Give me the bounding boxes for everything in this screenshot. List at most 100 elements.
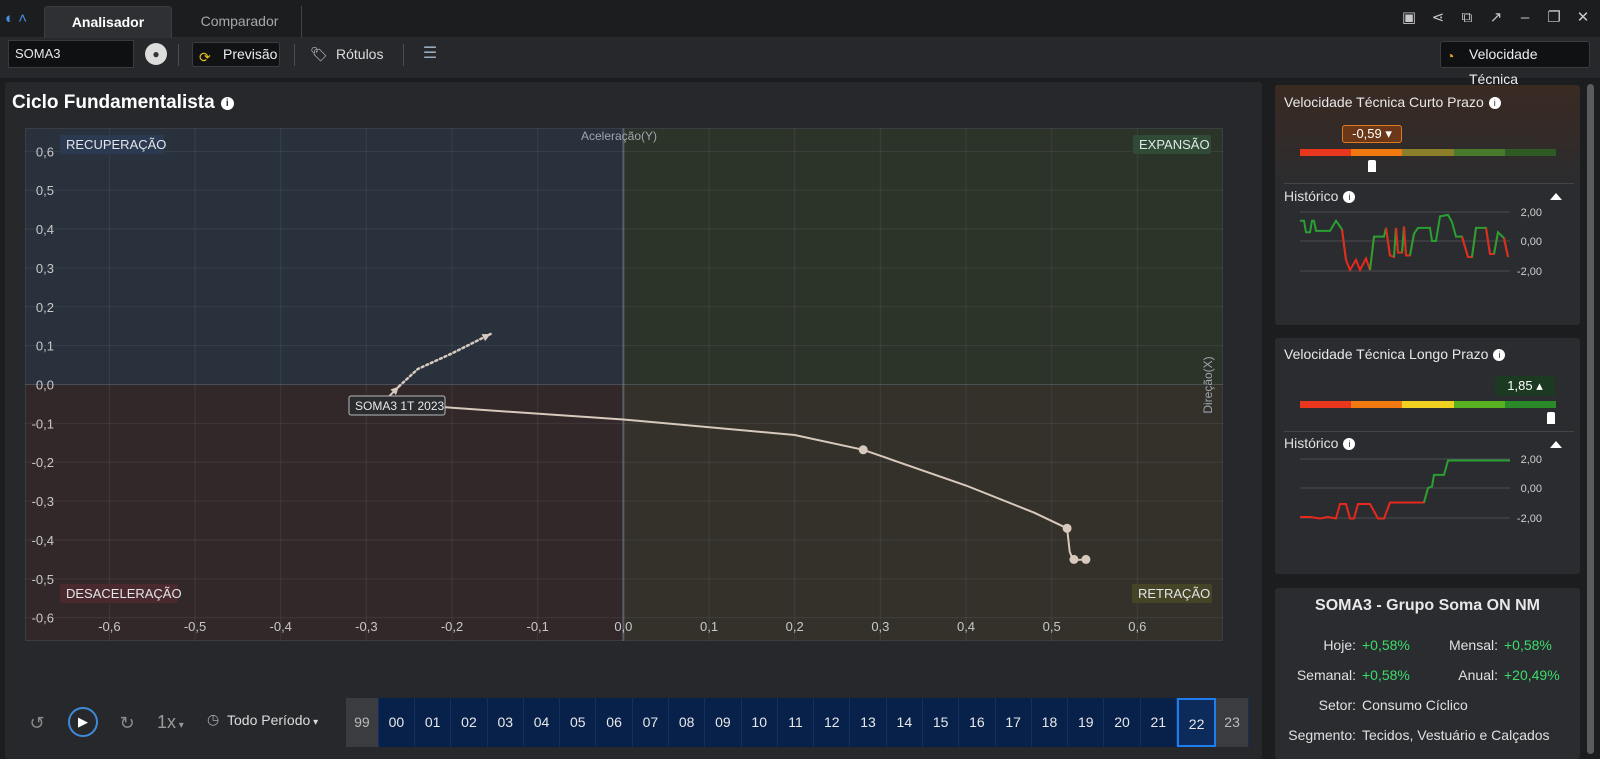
clock-icon: ◷ [207, 711, 220, 727]
present-icon[interactable]: ▣ [1398, 7, 1420, 29]
annual-label: Anual: [1432, 667, 1498, 683]
speed-select[interactable]: 1x ▾ [157, 712, 184, 733]
share-icon[interactable]: ⋖ [1427, 7, 1449, 29]
info-icon[interactable]: i [1488, 97, 1501, 109]
gauge-segment [1300, 149, 1352, 156]
x-tick-label: -0,2 [441, 619, 463, 634]
year-22[interactable]: 22 [1176, 698, 1217, 747]
technical-velocity-button[interactable]: ◔ Velocidade Técnica [1440, 41, 1590, 87]
minimize-icon[interactable]: – [1514, 7, 1536, 29]
y-tick-label: -0,6 [32, 611, 54, 626]
popout-icon[interactable]: ⧉ [1456, 7, 1478, 29]
gauge-segment [1453, 149, 1505, 156]
scrollbar-thumb[interactable] [1587, 84, 1594, 754]
forward-icon[interactable]: ↻ [114, 710, 140, 736]
gauge-segment [1504, 401, 1557, 408]
tab-analisador[interactable]: Analisador [44, 6, 172, 38]
year-10[interactable]: 10 [742, 698, 778, 747]
sector-value: Consumo Cíclico [1362, 697, 1468, 713]
info-icon[interactable]: i [1343, 191, 1356, 203]
x-tick-label: -0,5 [184, 619, 206, 634]
x-tick-label: -0,1 [527, 619, 549, 634]
play-button[interactable]: ▶ [68, 707, 98, 737]
short-term-title-text: Velocidade Técnica Curto Prazo [1284, 94, 1484, 110]
ticker-search-icon[interactable]: ● [145, 43, 167, 65]
y-tick-label: 0,3 [36, 261, 54, 276]
info-icon[interactable]: i [1493, 349, 1506, 361]
filter-settings-icon[interactable]: ☰ [418, 43, 442, 65]
short-term-value: -0,59 [1352, 126, 1382, 141]
x-tick-label: 0,4 [957, 619, 975, 634]
year-00[interactable]: 00 [379, 698, 416, 747]
year-14[interactable]: 14 [887, 698, 923, 747]
cycle-chart[interactable]: -0,6 -0,5 -0,4 -0,3 -0,2 -0,1 0,0 0,1 0,2 0,3 0,4 0… [25, 128, 1223, 641]
year-16[interactable]: 16 [959, 698, 996, 747]
annual-value: +20,49% [1504, 667, 1560, 683]
long-term-history-label: Histórico i [1284, 435, 1356, 451]
year-21[interactable]: 21 [1141, 698, 1177, 747]
x-tick-label: 0,6 [1128, 619, 1146, 634]
info-icon[interactable]: i [1343, 438, 1356, 450]
history-line [1423, 459, 1510, 503]
x-tick-label: -0,3 [355, 619, 377, 634]
year-20[interactable]: 20 [1104, 698, 1141, 747]
gauge-segment [1351, 149, 1403, 156]
year-18[interactable]: 18 [1032, 698, 1069, 747]
year-12[interactable]: 12 [814, 698, 851, 747]
year-05[interactable]: 05 [560, 698, 597, 747]
cycle-point [858, 445, 868, 455]
year-03[interactable]: 03 [488, 698, 524, 747]
collapse-icon[interactable] [1550, 193, 1562, 200]
quadrant-label-retraction-text: RETRAÇÃO [1138, 586, 1210, 601]
year-01[interactable]: 01 [415, 698, 452, 747]
year-06[interactable]: 06 [596, 698, 633, 747]
year-02[interactable]: 02 [451, 698, 488, 747]
quadrant-label-deceleration: DESACELERAÇÃO [60, 584, 182, 603]
period-select[interactable]: ◷ Todo Período ▾ [207, 711, 318, 728]
app-logo-icon[interactable]: ◐ ˄ [5, 10, 41, 28]
long-term-value: 1,85 [1507, 378, 1533, 393]
year-04[interactable]: 04 [524, 698, 561, 747]
segment-label: Segmento: [1270, 727, 1356, 743]
history-line [1341, 229, 1375, 273]
long-term-gauge-marker [1546, 412, 1555, 424]
gauge-segment [1300, 401, 1352, 408]
collapse-icon[interactable] [1550, 441, 1562, 448]
year-17[interactable]: 17 [996, 698, 1032, 747]
gauge-segment [1402, 401, 1454, 408]
year-09[interactable]: 09 [705, 698, 742, 747]
year-08[interactable]: 08 [669, 698, 706, 747]
long-term-value-badge: 1,85 ▴ [1495, 376, 1555, 396]
year-99[interactable]: 99 [346, 698, 379, 747]
year-07[interactable]: 07 [633, 698, 669, 747]
info-icon[interactable]: i [220, 97, 234, 110]
year-23[interactable]: 23 [1216, 698, 1249, 747]
tab-comparador[interactable]: Comparador [178, 6, 302, 38]
forecast-button[interactable]: ⟳ Previsão [192, 42, 280, 67]
history-line [1300, 487, 1429, 520]
x-tick-label: 0,5 [1043, 619, 1061, 634]
year-11[interactable]: 11 [778, 698, 815, 747]
rewind-icon[interactable]: ↺ [24, 710, 50, 736]
year-19[interactable]: 19 [1068, 698, 1105, 747]
restore-icon[interactable]: ❐ [1543, 7, 1565, 29]
year-timeline[interactable]: 99 00 01 02 03 04 05 06 07 08 09 10 11 12 13 14 15 16 17 18… [346, 698, 1249, 747]
history-line [1409, 213, 1469, 258]
x-tick-label: 0,0 [614, 619, 632, 634]
monthly-label-text: Mensal: [1448, 637, 1498, 653]
history-tick-label: 0,00 [1521, 483, 1542, 495]
y-tick-label: 0,1 [36, 339, 54, 354]
labels-button[interactable]: 🏷 Rótulos [310, 42, 383, 67]
cycle-point [1069, 554, 1079, 564]
y-tick-label: 0,4 [36, 222, 54, 237]
long-term-history-chart: 2,00 0,00 -2,00 [1300, 454, 1542, 525]
year-15[interactable]: 15 [923, 698, 960, 747]
year-13[interactable]: 13 [850, 698, 887, 747]
trend-icon[interactable]: ↗ [1485, 7, 1507, 29]
gauge-segment [1402, 149, 1454, 156]
today-value: +0,58% [1362, 637, 1410, 653]
ticker-input[interactable]: SOMA3 [8, 40, 134, 68]
history-tick-label: 2,00 [1521, 454, 1542, 466]
technical-velocity-label: Velocidade Técnica [1469, 46, 1538, 87]
close-icon[interactable]: ✕ [1572, 7, 1594, 29]
